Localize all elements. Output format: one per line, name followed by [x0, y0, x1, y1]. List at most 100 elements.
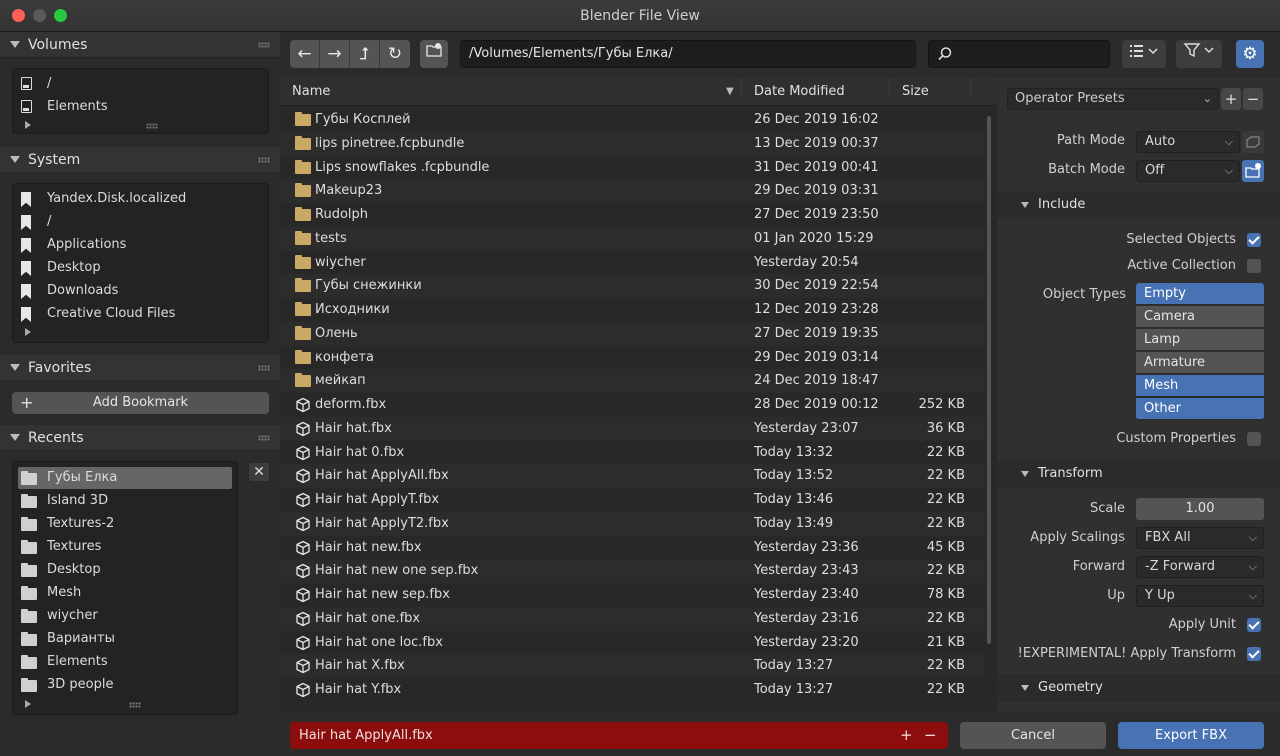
- parent-directory-icon[interactable]: ⮥: [350, 40, 380, 68]
- file-row[interactable]: Hair hat new one sep.fbx Yesterday 23:43 2…: [280, 559, 985, 584]
- forward-arrow-icon[interactable]: →: [320, 40, 350, 68]
- folder-row[interactable]: tests 01 Jan 2020 15:29: [280, 226, 985, 251]
- zoom-window-button[interactable]: [54, 9, 67, 22]
- file-row[interactable]: Hair hat ApplyT2.fbx Today 13:49 22 KB: [280, 511, 985, 536]
- selected-objects-checkbox[interactable]: [1247, 233, 1261, 247]
- file-name: Губы Косплей: [315, 112, 411, 127]
- selected-objects-label: Selected Objects: [1126, 232, 1236, 247]
- folder-row[interactable]: Губы Косплей 26 Dec 2019 16:02: [280, 108, 985, 132]
- path-input[interactable]: /Volumes/Elements/Губы Елка/: [460, 40, 916, 68]
- system-panel-header[interactable]: System: [0, 147, 280, 173]
- folder-row[interactable]: wiycher Yesterday 20:54: [280, 251, 985, 275]
- refresh-icon[interactable]: ↻: [380, 40, 410, 68]
- favorites-panel-header[interactable]: Favorites: [0, 355, 280, 381]
- new-folder-icon[interactable]: [420, 40, 448, 68]
- back-arrow-icon[interactable]: ←: [290, 40, 320, 68]
- apply-unit-checkbox[interactable]: [1247, 618, 1261, 632]
- file-name: Lips snowflakes .fcpbundle: [315, 159, 490, 175]
- add-preset-button[interactable]: +: [1221, 88, 1241, 110]
- search-input[interactable]: [928, 40, 1110, 68]
- file-date: 27 Dec 2019 19:35: [754, 325, 879, 341]
- up-dropdown[interactable]: Y Up ⌵: [1136, 585, 1264, 607]
- object-type-other[interactable]: Other: [1136, 398, 1264, 420]
- file-list-scrollbar[interactable]: [987, 116, 991, 644]
- drag-grip-icon[interactable]: [258, 42, 270, 48]
- increment-filename-button[interactable]: +: [900, 722, 913, 749]
- resize-grip-icon[interactable]: [146, 123, 158, 129]
- sort-descending-icon[interactable]: ▼: [726, 78, 734, 106]
- remove-preset-button[interactable]: −: [1243, 88, 1263, 110]
- clear-recents-button[interactable]: ✕: [248, 462, 270, 482]
- column-divider[interactable]: [741, 78, 742, 98]
- decrement-filename-button[interactable]: −: [924, 722, 937, 749]
- folder-icon: [295, 112, 311, 126]
- file-row[interactable]: Hair hat one loc.fbx Yesterday 23:20 21 KB: [280, 631, 985, 655]
- experimental-transform-checkbox[interactable]: [1247, 647, 1261, 661]
- folder-row[interactable]: Олень 27 Dec 2019 19:35: [280, 321, 985, 346]
- folder-row[interactable]: lips pinetree.fcpbundle 13 Dec 2019 00:37: [280, 131, 985, 156]
- file-row[interactable]: Hair hat one.fbx Yesterday 23:16 22 KB: [280, 606, 985, 631]
- object-type-armature[interactable]: Armature: [1136, 352, 1264, 374]
- add-bookmark-button[interactable]: + Add Bookmark: [12, 392, 269, 414]
- column-name-header[interactable]: Name: [292, 78, 330, 106]
- folder-row[interactable]: Lips snowflakes .fcpbundle 31 Dec 2019 00…: [280, 156, 985, 180]
- file-row[interactable]: Hair hat ApplyAll.fbx Today 13:52 22 KB: [280, 464, 985, 489]
- minimize-window-button[interactable]: [33, 9, 46, 22]
- geometry-section-header[interactable]: Geometry: [997, 674, 1280, 702]
- file-row[interactable]: Hair hat 0.fbx Today 13:32 22 KB: [280, 441, 985, 465]
- transform-section-header[interactable]: Transform: [997, 460, 1280, 488]
- active-collection-checkbox[interactable]: [1247, 259, 1261, 273]
- file-row[interactable]: Hair hat new sep.fbx Yesterday 23:40 78 KB: [280, 583, 985, 607]
- object-type-lamp[interactable]: Lamp: [1136, 329, 1264, 351]
- recents-panel-header[interactable]: Recents: [0, 425, 280, 451]
- export-fbx-button[interactable]: Export FBX: [1118, 722, 1264, 749]
- recent-item-label: Варианты: [47, 631, 115, 646]
- drag-grip-icon[interactable]: [258, 157, 270, 163]
- recent-item-selected[interactable]: Губы Елка: [18, 467, 232, 489]
- folder-row[interactable]: конфета 29 Dec 2019 03:14: [280, 346, 985, 370]
- folder-row[interactable]: Губы снежинки 30 Dec 2019 22:54: [280, 274, 985, 299]
- resize-grip-icon[interactable]: [129, 702, 141, 708]
- drag-grip-icon[interactable]: [258, 435, 270, 441]
- cancel-button[interactable]: Cancel: [960, 722, 1106, 749]
- file-row[interactable]: Hair hat X.fbx Today 13:27 22 KB: [280, 654, 985, 679]
- object-type-empty[interactable]: Empty: [1136, 283, 1264, 305]
- column-divider[interactable]: [889, 78, 890, 98]
- filter-dropdown[interactable]: [1176, 40, 1222, 68]
- volumes-panel-header[interactable]: Volumes: [0, 32, 280, 58]
- window-title: Blender File View: [580, 8, 700, 24]
- operator-presets-dropdown[interactable]: Operator Presets ⌄: [1007, 88, 1219, 110]
- drag-grip-icon[interactable]: [258, 365, 270, 371]
- column-divider[interactable]: [970, 78, 971, 98]
- folder-row[interactable]: Makeup23 29 Dec 2019 03:31: [280, 179, 985, 204]
- expand-arrow-icon[interactable]: [25, 328, 31, 336]
- column-date-header[interactable]: Date Modified: [754, 78, 845, 106]
- expand-arrow-icon[interactable]: [25, 700, 31, 708]
- apply-scalings-dropdown[interactable]: FBX All ⌵: [1136, 527, 1264, 549]
- folder-row[interactable]: Исходники 12 Dec 2019 23:28: [280, 298, 985, 322]
- close-window-button[interactable]: [12, 9, 25, 22]
- settings-gear-icon[interactable]: ⚙: [1236, 40, 1264, 68]
- embed-textures-icon[interactable]: [1242, 131, 1264, 153]
- object-type-camera[interactable]: Camera: [1136, 306, 1264, 328]
- path-mode-dropdown[interactable]: Auto ⌵: [1136, 131, 1240, 153]
- folder-row[interactable]: Rudolph 27 Dec 2019 23:50: [280, 203, 985, 227]
- folder-icon: [295, 207, 311, 221]
- object-type-mesh[interactable]: Mesh: [1136, 375, 1264, 397]
- forward-dropdown[interactable]: -Z Forward ⌵: [1136, 556, 1264, 578]
- expand-arrow-icon[interactable]: [25, 121, 31, 129]
- batch-own-dir-icon[interactable]: [1242, 160, 1264, 182]
- file-row[interactable]: Hair hat Y.fbx Today 13:27 22 KB: [280, 678, 985, 702]
- file-row[interactable]: Hair hat new.fbx Yesterday 23:36 45 KB: [280, 536, 985, 560]
- batch-mode-dropdown[interactable]: Off ⌵: [1136, 160, 1240, 182]
- column-size-header[interactable]: Size: [902, 78, 929, 106]
- folder-row[interactable]: мейкап 24 Dec 2019 18:47: [280, 369, 985, 394]
- display-mode-dropdown[interactable]: [1122, 40, 1166, 68]
- scale-input[interactable]: 1.00: [1136, 498, 1264, 520]
- custom-properties-checkbox[interactable]: [1247, 432, 1261, 446]
- file-row[interactable]: Hair hat.fbx Yesterday 23:07 36 KB: [280, 416, 985, 441]
- include-section-header[interactable]: Include: [997, 191, 1280, 219]
- file-row[interactable]: Hair hat ApplyT.fbx Today 13:46 22 KB: [280, 488, 985, 512]
- filename-input[interactable]: Hair hat ApplyAll.fbx + −: [290, 722, 948, 749]
- file-row[interactable]: deform.fbx 28 Dec 2019 00:12 252 KB: [280, 393, 985, 417]
